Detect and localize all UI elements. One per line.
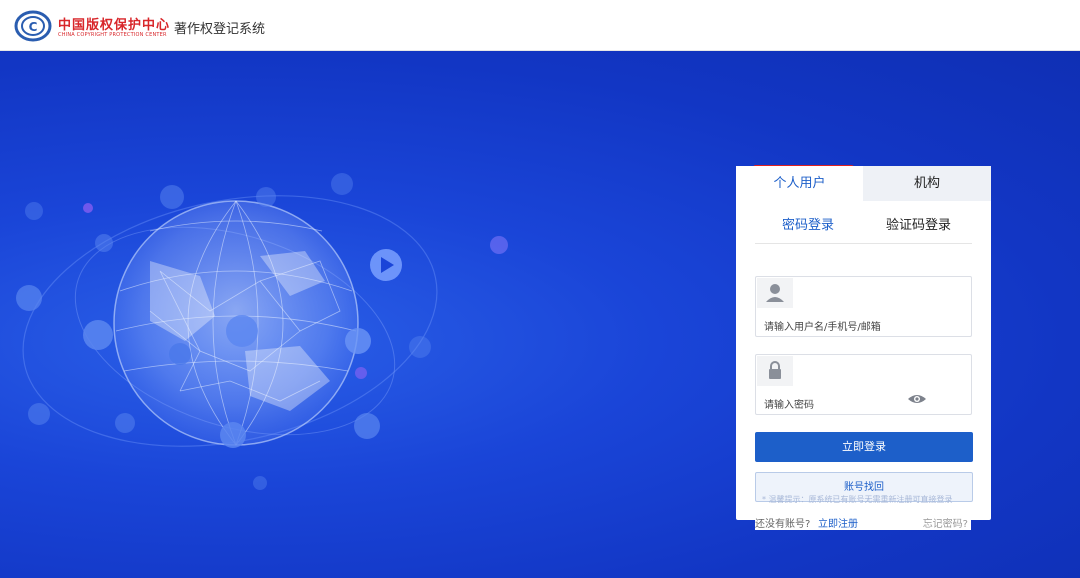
- login-card: 个人用户 机构 密码登录 验证码登录 请输入用户名/手机号/邮箱 请输入密码 立…: [736, 166, 991, 520]
- globe-illustration: [16, 173, 508, 490]
- tab-personal-user[interactable]: 个人用户: [736, 166, 863, 201]
- eye-icon[interactable]: [907, 392, 927, 406]
- password-placeholder: 请输入密码: [764, 400, 814, 411]
- tab-code-login[interactable]: 验证码登录: [886, 214, 951, 233]
- tab-organization[interactable]: 机构: [863, 166, 991, 201]
- register-link[interactable]: 立即注册: [818, 515, 858, 530]
- svg-text:C: C: [29, 20, 38, 34]
- forgot-password-link[interactable]: 忘记密码?: [923, 515, 968, 530]
- logo-english-name: CHINA COPYRIGHT PROTECTION CENTER: [58, 32, 167, 38]
- lock-icon: [757, 356, 793, 386]
- system-title: 著作权登记系统: [174, 22, 266, 37]
- notice-text: * 温馨提示：原系统已有账号无需重新注册可直接登录: [762, 495, 953, 504]
- top-bar: C 中国版权保护中心 CHINA COPYRIGHT PROTECTION CE…: [0, 0, 1080, 51]
- login-button[interactable]: 立即登录: [755, 432, 973, 462]
- username-field[interactable]: 请输入用户名/手机号/邮箱: [755, 276, 972, 337]
- divider: [755, 243, 972, 244]
- username-placeholder: 请输入用户名/手机号/邮箱: [764, 322, 881, 333]
- bottom-links: 还没有账号? 立即注册 忘记密码?: [755, 512, 971, 530]
- logo-chinese-name: 中国版权保护中心: [58, 18, 171, 33]
- logo-icon: C: [14, 10, 52, 42]
- user-icon: [757, 278, 793, 308]
- tab-password-login[interactable]: 密码登录: [782, 214, 834, 233]
- password-field[interactable]: 请输入密码: [755, 354, 972, 415]
- no-account-text: 还没有账号?: [755, 519, 811, 530]
